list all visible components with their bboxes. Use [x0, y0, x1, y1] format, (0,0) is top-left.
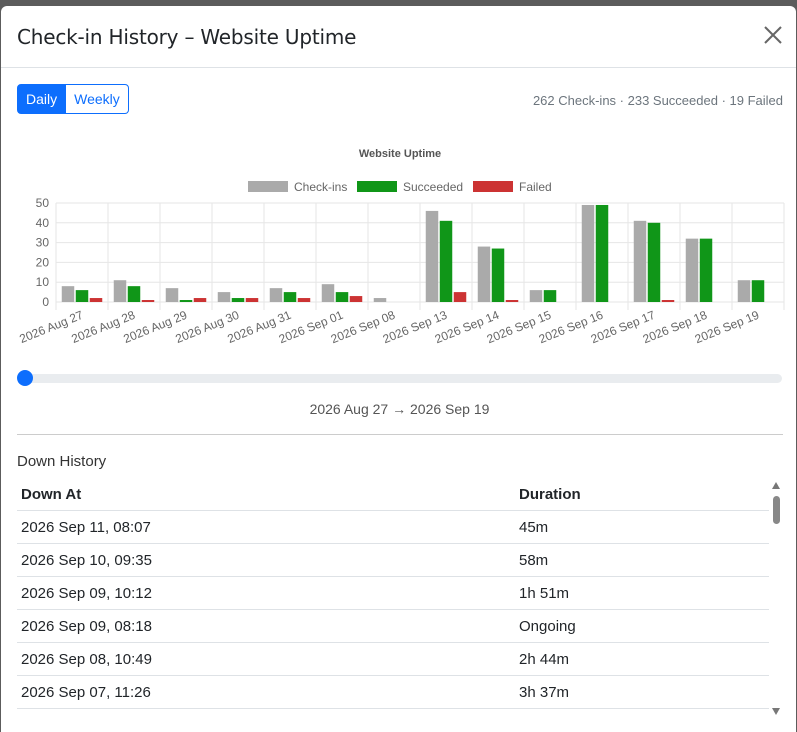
y-tick-label: 10: [36, 275, 50, 289]
table-row: 2026 Sep 09, 08:18 Ongoing: [17, 609, 769, 643]
bar-succeeded: [491, 248, 505, 302]
bar-succeeded: [439, 220, 453, 302]
down-at-cell: [17, 708, 515, 732]
down-history-title: Down History: [17, 453, 107, 470]
legend-swatch: [473, 181, 513, 192]
duration-cell: Ongoing: [515, 609, 769, 643]
bar-check-ins: [321, 284, 335, 302]
y-tick-label: 20: [36, 255, 50, 269]
bar-succeeded: [699, 238, 713, 302]
chart-svg: Website Uptime Check-ins Succeeded Failed 0 1…: [17, 148, 785, 346]
modal-title: Check-in History – Website Uptime: [17, 25, 357, 49]
bar-failed: [245, 298, 259, 302]
range-slider-track[interactable]: [18, 374, 782, 383]
bar-check-ins: [61, 286, 75, 302]
bar-succeeded: [751, 280, 765, 302]
down-at-cell: 2026 Sep 09, 08:18: [17, 609, 515, 643]
bar-check-ins: [217, 292, 231, 302]
checkin-history-modal: Check-in History – Website Uptime Daily …: [1, 6, 796, 732]
duration-cell: 1h 51m: [515, 576, 769, 610]
y-tick-label: 0: [42, 295, 49, 309]
down-at-cell: 2026 Sep 10, 09:35: [17, 543, 515, 577]
bar-failed: [453, 292, 467, 302]
bar-check-ins: [165, 288, 179, 302]
daily-button[interactable]: Daily: [17, 84, 67, 114]
bar-succeeded: [595, 204, 609, 302]
legend-label: Succeeded: [403, 180, 463, 194]
scroll-up-arrow-icon[interactable]: [772, 482, 780, 489]
bar-check-ins: [425, 210, 439, 302]
duration-cell: 3h 37m: [515, 675, 769, 709]
legend-label: Failed: [519, 180, 552, 194]
bar-check-ins: [529, 290, 543, 302]
bar-check-ins: [581, 204, 595, 302]
chart-title: Website Uptime: [359, 148, 441, 160]
uptime-chart: Website Uptime Check-ins Succeeded Failed 0 1…: [1, 134, 796, 354]
bar-succeeded: [335, 292, 349, 302]
modal-header: Check-in History – Website Uptime: [1, 6, 796, 68]
legend-swatch: [357, 181, 397, 192]
bar-check-ins: [477, 246, 491, 302]
table-row: 2026 Sep 08, 10:49 2h 44m: [17, 642, 769, 676]
bar-failed: [349, 296, 363, 302]
scroll-thumb[interactable]: [773, 496, 780, 524]
bar-check-ins: [373, 298, 387, 302]
table-row: [17, 708, 769, 732]
col-header-down-at: Down At: [17, 478, 515, 511]
bar-check-ins: [633, 220, 647, 302]
bar-check-ins: [737, 280, 751, 302]
bar-succeeded: [283, 292, 297, 302]
bar-failed: [297, 298, 311, 302]
bar-failed: [505, 300, 519, 302]
down-at-cell: 2026 Sep 11, 08:07: [17, 510, 515, 544]
table-row: 2026 Sep 11, 08:07 45m: [17, 510, 769, 544]
down-at-cell: 2026 Sep 09, 10:12: [17, 576, 515, 610]
duration-cell: 45m: [515, 510, 769, 544]
bar-failed: [193, 298, 207, 302]
duration-cell: 58m: [515, 543, 769, 577]
duration-cell: [515, 708, 769, 732]
duration-cell: 2h 44m: [515, 642, 769, 676]
table-row: 2026 Sep 09, 10:12 1h 51m: [17, 576, 769, 610]
range-label: 2026 Aug 27 → 2026 Sep 19: [309, 401, 490, 417]
scroll-down-arrow-icon[interactable]: [772, 708, 780, 715]
section-divider: [17, 434, 783, 435]
y-tick-label: 50: [36, 196, 50, 210]
weekly-button[interactable]: Weekly: [66, 84, 129, 114]
table-row: 2026 Sep 10, 09:35 58m: [17, 543, 769, 577]
bar-check-ins: [113, 280, 127, 302]
bar-succeeded: [647, 222, 661, 302]
close-icon[interactable]: [762, 24, 784, 46]
bar-check-ins: [269, 288, 283, 302]
table-row: 2026 Sep 07, 11:26 3h 37m: [17, 675, 769, 709]
table-header-row: Down At Duration: [17, 478, 769, 511]
down-history-table: Down At Duration 2026 Sep 11, 08:07 45m 2…: [17, 478, 769, 732]
bar-succeeded: [75, 290, 89, 302]
bar-check-ins: [685, 238, 699, 302]
range-slider-thumb[interactable]: [17, 370, 33, 386]
down-at-cell: 2026 Sep 08, 10:49: [17, 642, 515, 676]
bar-failed: [141, 300, 155, 302]
bar-succeeded: [127, 286, 141, 302]
y-tick-label: 40: [36, 216, 50, 230]
checkin-summary: 262 Check-ins · 233 Succeeded · 19 Faile…: [532, 93, 783, 108]
table-scrollbar[interactable]: [771, 480, 781, 718]
bar-failed: [661, 300, 675, 302]
down-history-table-wrap: Down At Duration 2026 Sep 11, 08:07 45m 2…: [17, 478, 769, 732]
period-toggle: Daily Weekly: [17, 84, 129, 114]
col-header-duration: Duration: [515, 478, 769, 511]
down-at-cell: 2026 Sep 07, 11:26: [17, 675, 515, 709]
bar-succeeded: [543, 290, 557, 302]
bar-succeeded: [231, 298, 245, 302]
bar-failed: [89, 298, 103, 302]
y-tick-label: 30: [36, 236, 50, 250]
bar-succeeded: [179, 300, 193, 302]
legend-swatch: [248, 181, 288, 192]
legend-label: Check-ins: [294, 180, 347, 194]
